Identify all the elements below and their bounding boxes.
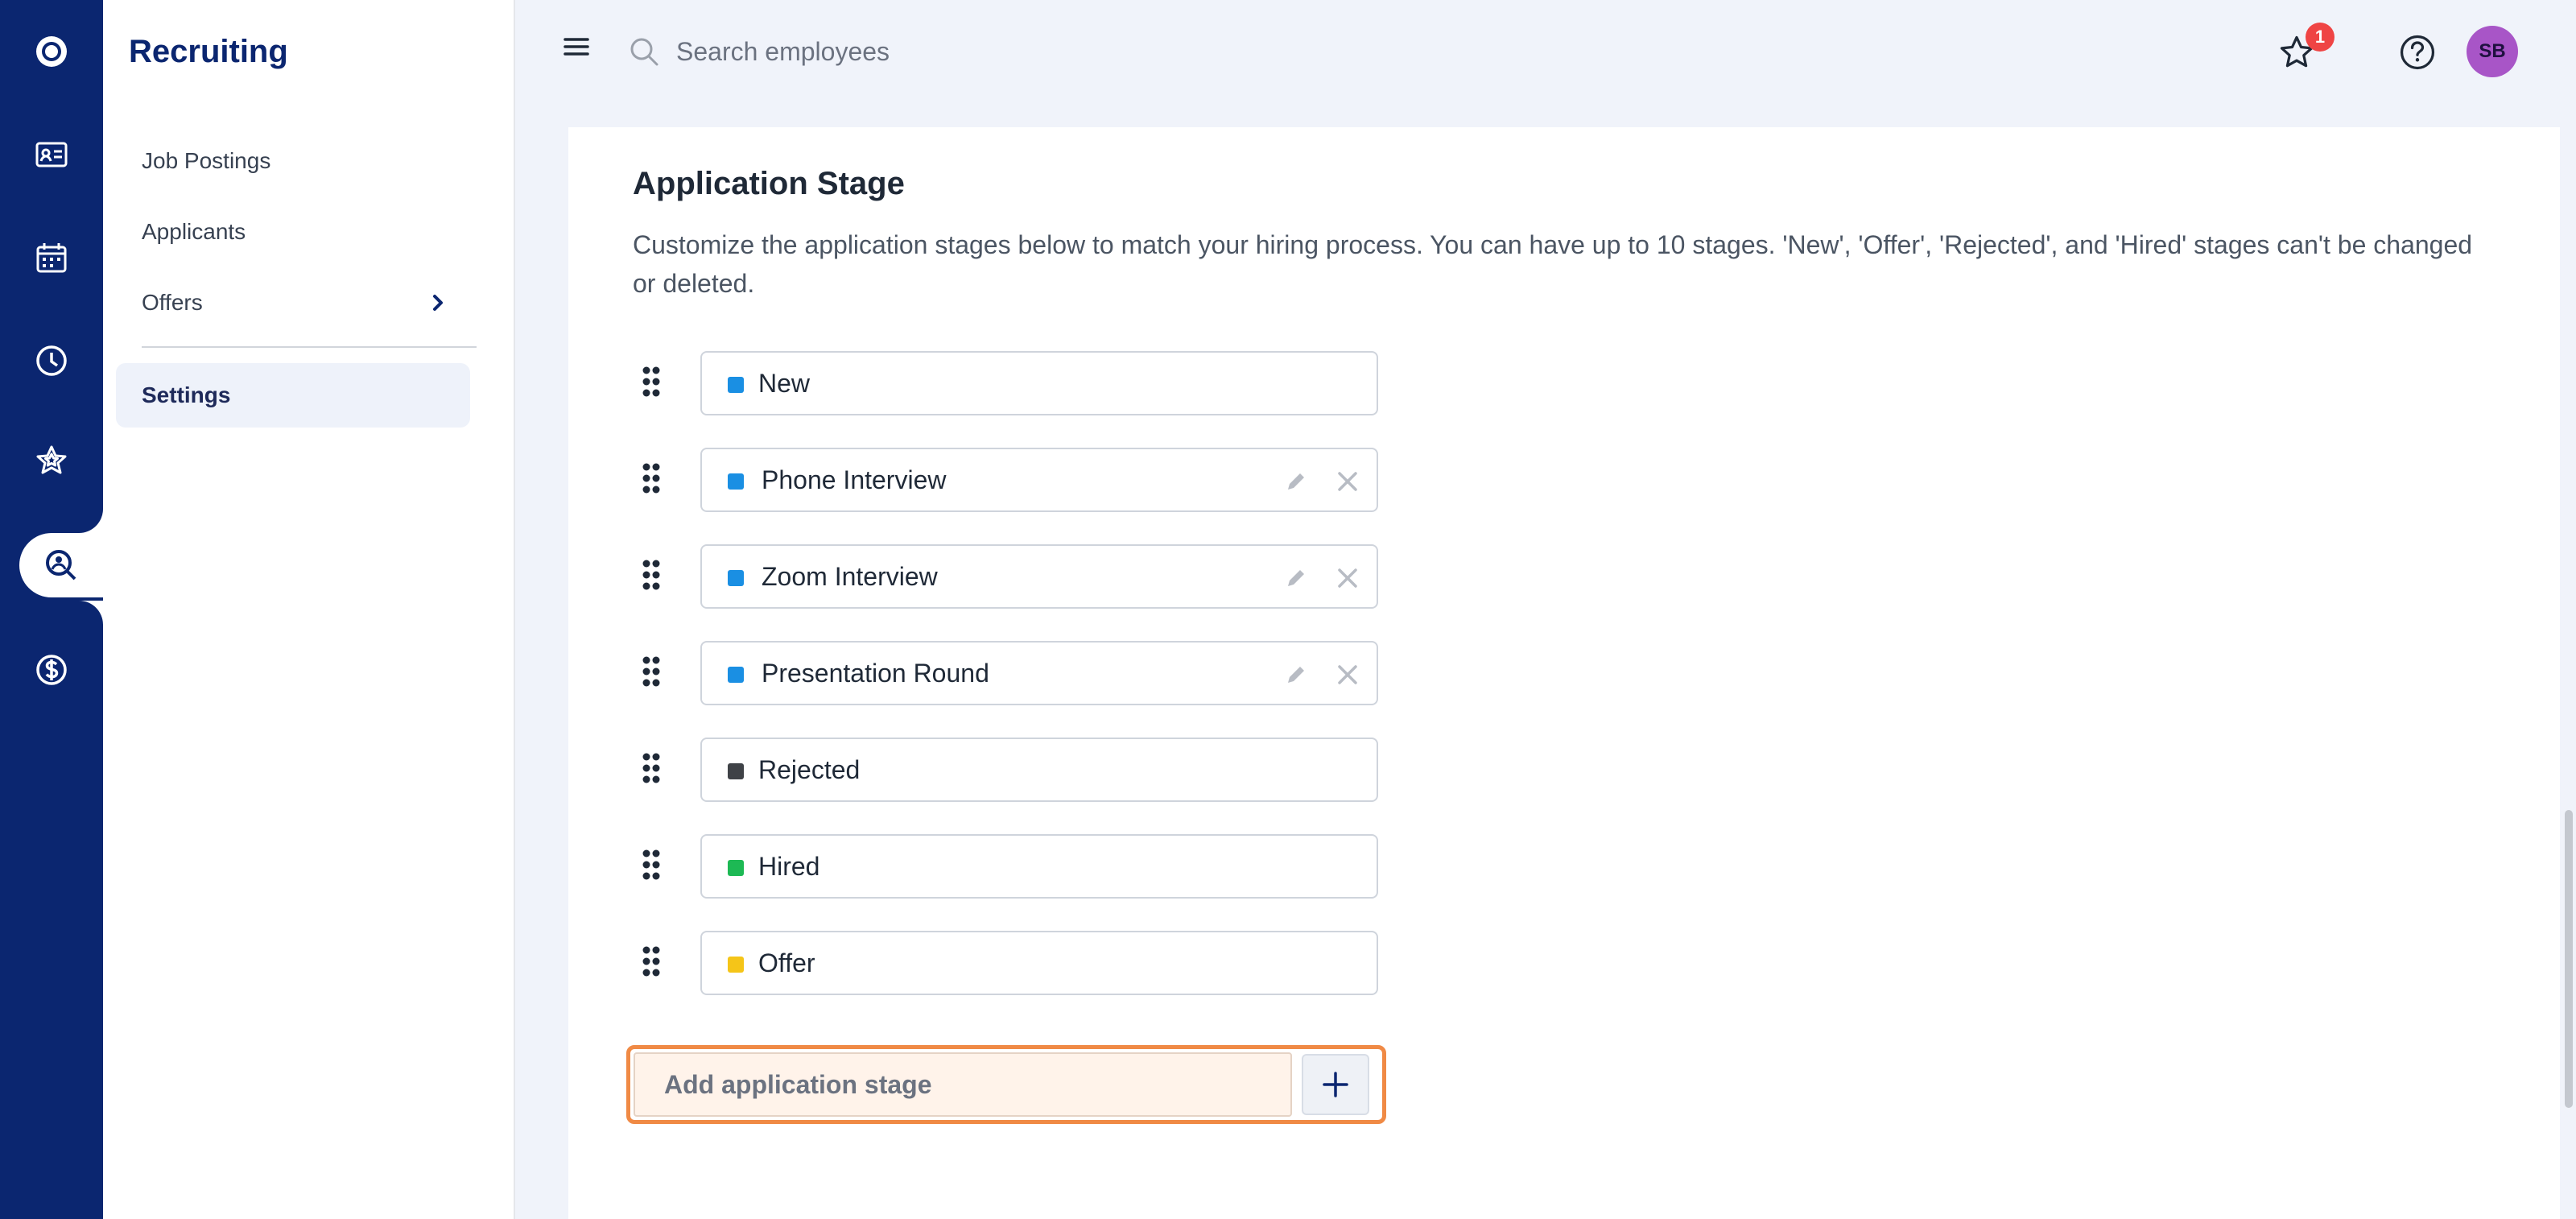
pencil-icon[interactable] [1283, 565, 1309, 591]
subnav-item-label: Settings [142, 382, 231, 407]
stage-row: Hired [633, 834, 1406, 899]
add-stage-button[interactable] [1302, 1054, 1369, 1115]
rail-notch [79, 601, 103, 625]
stage-row: Offer [633, 931, 1406, 995]
close-icon[interactable] [1333, 564, 1362, 593]
stage-color-swatch [728, 473, 744, 490]
stage-label: Rejected [758, 755, 861, 784]
section-title: Recruiting [129, 34, 288, 69]
secondary-sidebar: Recruiting Job Postings Applicants Offer… [103, 0, 515, 1219]
drag-handle-icon[interactable] [641, 849, 662, 881]
close-icon[interactable] [1333, 467, 1362, 496]
subnav-item-label: Offers [142, 290, 203, 315]
subnav-item-job-postings[interactable]: Job Postings [116, 129, 470, 193]
stage-color-swatch [728, 377, 744, 393]
drag-handle-icon[interactable] [641, 752, 662, 784]
icon-rail [0, 0, 103, 1219]
pencil-icon[interactable] [1283, 469, 1309, 494]
stage-row: New [633, 351, 1406, 415]
star-icon[interactable] [0, 428, 103, 493]
stage-color-swatch [728, 763, 744, 779]
stage-label: Phone Interview [762, 465, 947, 494]
search-person-icon[interactable] [19, 533, 103, 597]
chevron-right-icon [433, 295, 443, 311]
search-icon [630, 38, 658, 66]
dollar-circle-icon[interactable] [0, 638, 103, 702]
stage-color-swatch [728, 860, 744, 876]
stage-color-swatch [728, 570, 744, 586]
drag-handle-icon[interactable] [641, 655, 662, 688]
pencil-icon[interactable] [1283, 662, 1309, 688]
id-card-icon[interactable] [0, 122, 103, 187]
subnav-divider [142, 346, 477, 348]
stage-label: Hired [758, 852, 820, 881]
plus-icon [1323, 1072, 1348, 1097]
stage-field: Rejected [700, 738, 1378, 802]
stage-row: Presentation Round [633, 641, 1406, 705]
help-button[interactable] [2396, 31, 2439, 74]
stage-label: Zoom Interview [762, 562, 938, 591]
subnav-item-label: Job Postings [142, 148, 271, 173]
stage-label: New [758, 369, 811, 398]
search-input[interactable] [676, 29, 1240, 74]
drag-handle-icon[interactable] [641, 945, 662, 977]
stage-field[interactable]: Presentation Round [700, 641, 1378, 705]
add-stage-group [626, 1045, 1386, 1124]
hamburger-menu-icon[interactable] [562, 32, 591, 61]
subnav-item-applicants[interactable]: Applicants [116, 200, 470, 264]
help-circle-icon [2400, 35, 2435, 70]
drag-handle-icon[interactable] [641, 559, 662, 591]
settings-card: Application Stage Customize the applicat… [568, 127, 2560, 1219]
stage-label: Presentation Round [762, 659, 989, 688]
stage-field: New [700, 351, 1378, 415]
section-description: Customize the application stages below t… [633, 230, 2473, 298]
clock-icon[interactable] [0, 329, 103, 393]
stage-field[interactable]: Zoom Interview [700, 544, 1378, 609]
drag-handle-icon[interactable] [641, 462, 662, 494]
page-title: Application Stage [633, 166, 905, 201]
stage-label: Offer [758, 948, 815, 977]
avatar[interactable]: SB [2467, 26, 2518, 77]
subnav-item-offers[interactable]: Offers [116, 271, 470, 335]
stage-row: Phone Interview [633, 448, 1406, 512]
stage-field: Hired [700, 834, 1378, 899]
stage-row: Zoom Interview [633, 544, 1406, 609]
rail-notch [79, 509, 103, 533]
notification-badge: 1 [2306, 23, 2334, 52]
stage-color-swatch [728, 957, 744, 973]
subnav-item-settings[interactable]: Settings [116, 363, 470, 428]
stage-color-swatch [728, 667, 744, 683]
subnav-item-label: Applicants [142, 219, 246, 244]
add-stage-input[interactable] [634, 1052, 1292, 1117]
top-bar: 1 SB [515, 0, 2576, 105]
stage-field[interactable]: Phone Interview [700, 448, 1378, 512]
calendar-icon[interactable] [0, 225, 103, 290]
scrollbar[interactable] [2565, 810, 2573, 1108]
logo-circle-icon[interactable] [0, 19, 103, 84]
drag-handle-icon[interactable] [641, 366, 662, 398]
stage-field: Offer [700, 931, 1378, 995]
stage-row: Rejected [633, 738, 1406, 802]
close-icon[interactable] [1333, 660, 1362, 689]
